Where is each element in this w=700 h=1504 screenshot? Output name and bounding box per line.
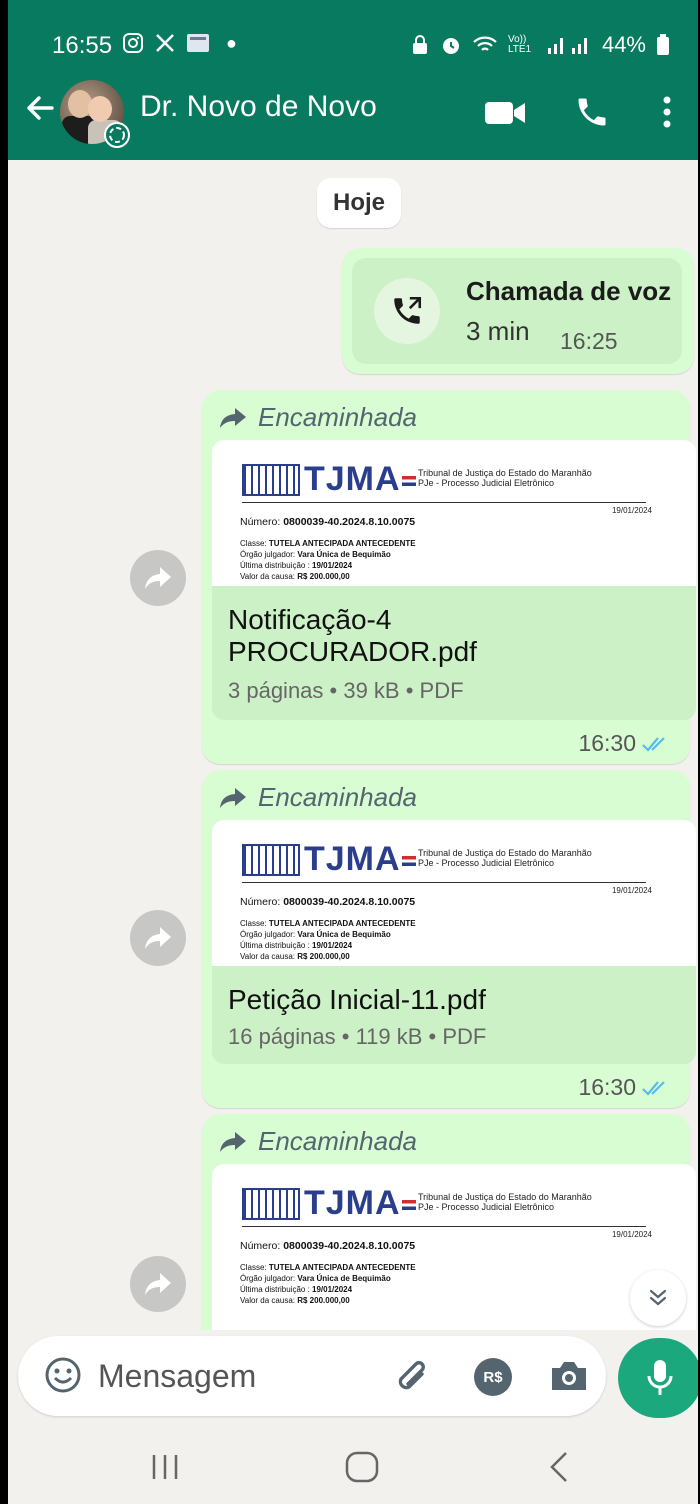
- tjma-logo-building: [242, 1188, 300, 1220]
- attach-clip-icon[interactable]: [392, 1356, 434, 1398]
- top-bar: 16:55 ● Vo)) LTE1 44% Dr. Novo de Novo: [8, 0, 698, 160]
- voice-message-button[interactable]: [618, 1338, 698, 1418]
- double-chevron-down-icon: [649, 1289, 667, 1306]
- home-icon[interactable]: [344, 1450, 380, 1484]
- document-meta: 16 páginas • 119 kB • PDF: [228, 1024, 487, 1049]
- microphone-icon: [647, 1360, 673, 1395]
- signal-icon: [547, 38, 587, 54]
- document-message-bubble[interactable]: Encaminhada TJMA Tribunal de Justiça do …: [202, 770, 696, 1108]
- voice-call-bubble[interactable]: Chamada de voz 3 min 16:25: [342, 248, 694, 374]
- forwarded-arrow-icon: [220, 407, 246, 428]
- forwarded-label: Encaminhada: [218, 782, 417, 813]
- chat-app-bar: Dr. Novo de Novo: [8, 74, 698, 148]
- pdf-preview[interactable]: TJMA Tribunal de Justiça do Estado do Ma…: [212, 440, 696, 586]
- battery-percent: 44%: [601, 32, 646, 57]
- x-app-icon: [156, 34, 174, 52]
- forward-share-button[interactable]: [130, 1256, 186, 1312]
- document-message-bubble[interactable]: Encaminhada TJMA Tribunal de Justiça do …: [202, 390, 696, 764]
- forwarded-label: Encaminhada: [218, 402, 417, 433]
- emoji-icon[interactable]: [44, 1356, 82, 1394]
- message-input[interactable]: Mensagem: [98, 1358, 256, 1395]
- outgoing-call-icon: [374, 278, 440, 344]
- whatsapp-chat-screen: 16:55 ● Vo)) LTE1 44% Dr. Novo de Novo H…: [8, 0, 698, 1504]
- bible-app-icon: [187, 34, 209, 52]
- status-bar: 16:55 ● Vo)) LTE1 44%: [8, 28, 698, 64]
- tjma-logo-text: TJMA: [304, 460, 401, 498]
- document-info[interactable]: Notificação-4 PROCURADOR.pdf 3 páginas •…: [212, 586, 696, 720]
- message-composer[interactable]: Mensagem R$: [18, 1336, 606, 1416]
- alarm-lock-icon: [412, 35, 427, 54]
- message-time: 16:30: [578, 1074, 636, 1100]
- scroll-to-bottom-button[interactable]: [630, 1270, 686, 1326]
- android-nav-bar: [8, 1430, 698, 1504]
- document-filename: Petição Inicial-11.pdf: [228, 984, 486, 1015]
- alarm-icon: [442, 38, 459, 54]
- read-ticks-icon: [642, 1080, 665, 1096]
- contact-name[interactable]: Dr. Novo de Novo: [140, 90, 377, 124]
- video-call-icon[interactable]: [484, 98, 526, 128]
- pdf-preview[interactable]: TJMA Tribunal de Justiça do Estado do Ma…: [212, 820, 696, 966]
- document-message-bubble[interactable]: Encaminhada TJMA Tribunal de Justiça do …: [202, 1114, 696, 1330]
- forwarded-label: Encaminhada: [218, 1126, 417, 1157]
- camera-icon[interactable]: [548, 1356, 590, 1396]
- call-time: 16:25: [560, 328, 618, 354]
- battery-icon: [657, 34, 669, 55]
- tjma-logo-text: TJMA: [304, 840, 401, 878]
- back-nav-icon[interactable]: [546, 1450, 572, 1484]
- pdf-preview[interactable]: TJMA Tribunal de Justiça do Estado do Ma…: [212, 1164, 696, 1330]
- call-duration: 3 min: [466, 316, 530, 346]
- instagram-icon: [123, 33, 143, 53]
- status-time: 16:55: [52, 32, 113, 59]
- tjma-logo-building: [242, 464, 300, 496]
- forwarded-arrow-icon: [220, 1131, 246, 1152]
- recent-apps-icon[interactable]: [148, 1452, 182, 1482]
- read-ticks-icon: [642, 736, 665, 752]
- payment-icon[interactable]: R$: [474, 1358, 512, 1396]
- status-update-icon: [104, 122, 130, 148]
- network-label: Vo)) LTE1: [507, 34, 532, 55]
- chat-area[interactable]: Hoje Chamada de voz 3 min 16:25 Encaminh…: [8, 160, 698, 1330]
- wifi-icon: [473, 36, 497, 51]
- document-info[interactable]: Petição Inicial-11.pdf 16 páginas • 119 …: [212, 966, 696, 1064]
- tjma-logo-building: [242, 844, 300, 876]
- call-title: Chamada de voz: [466, 276, 672, 306]
- tjma-logo-text: TJMA: [304, 1184, 401, 1222]
- document-filename: Notificação-4 PROCURADOR.pdf: [228, 604, 477, 667]
- voice-call-icon[interactable]: [574, 94, 610, 130]
- message-time: 16:30: [578, 730, 636, 756]
- date-separator: Hoje: [317, 178, 401, 228]
- notification-dot-icon: ●: [226, 32, 237, 53]
- forward-share-button[interactable]: [130, 910, 186, 966]
- forward-share-button[interactable]: [130, 550, 186, 606]
- document-meta: 3 páginas • 39 kB • PDF: [228, 678, 464, 703]
- back-arrow-icon[interactable]: [22, 90, 58, 126]
- forwarded-arrow-icon: [220, 787, 246, 808]
- overflow-menu-icon[interactable]: [660, 92, 674, 132]
